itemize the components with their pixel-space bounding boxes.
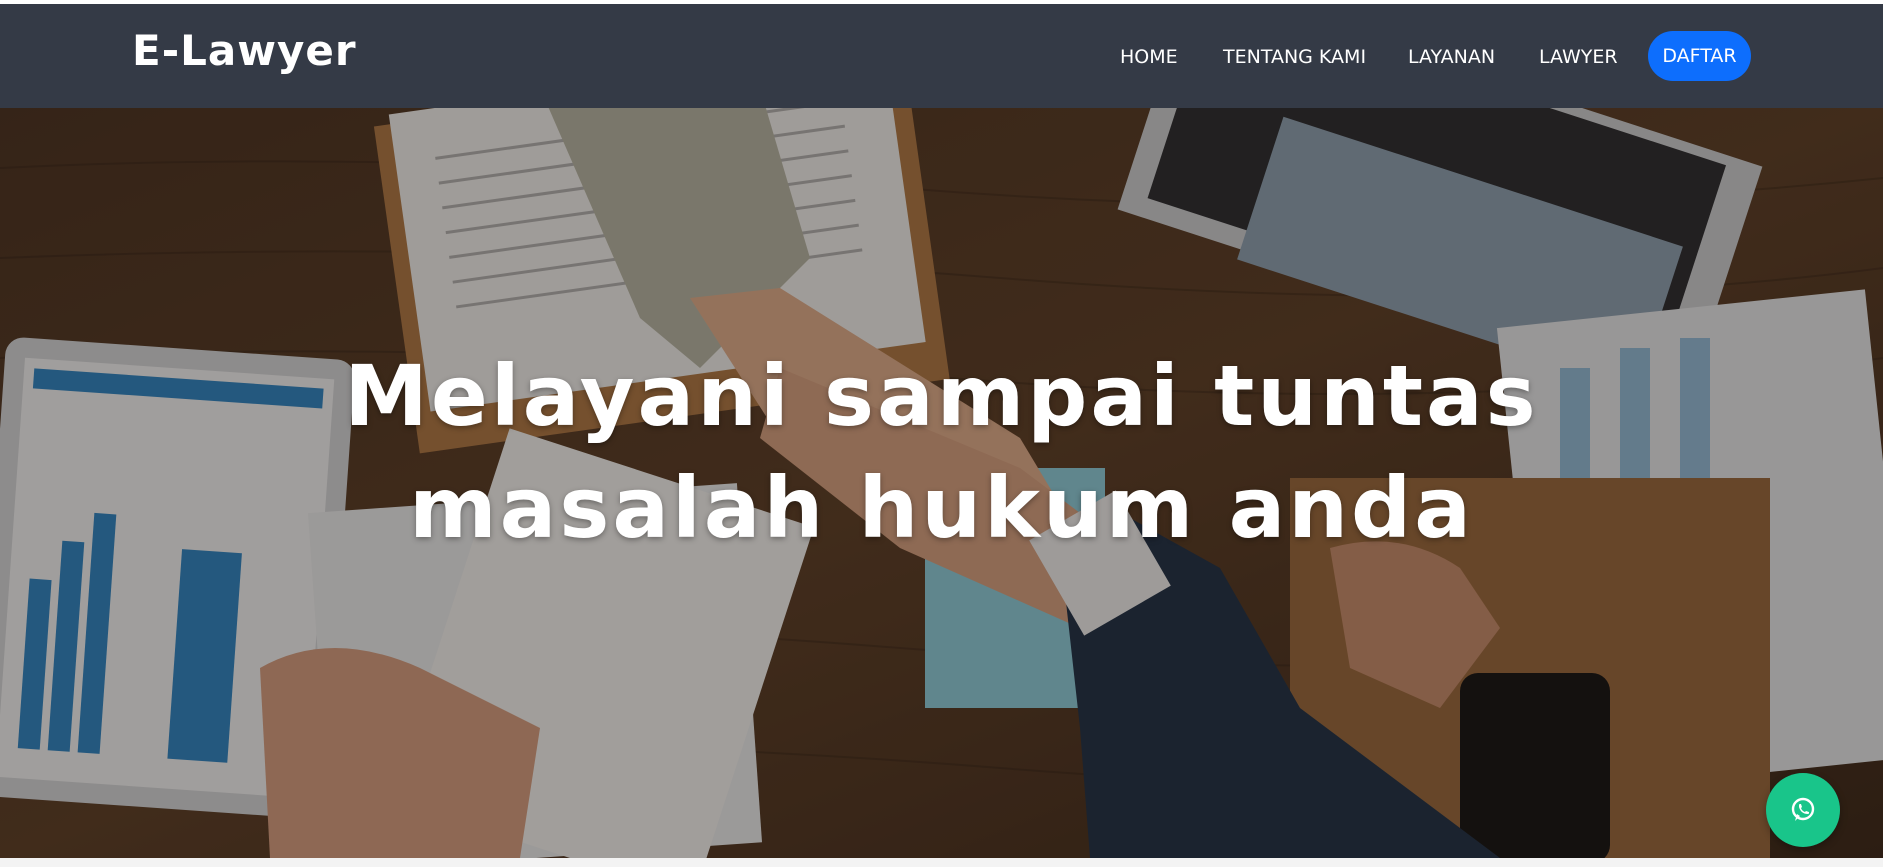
daftar-button[interactable]: DAFTAR — [1648, 31, 1751, 81]
nav-link-tentang-kami[interactable]: TENTANG KAMI — [1223, 46, 1366, 68]
hero-title-line-2: masalah hukum anda — [409, 459, 1474, 557]
nav-link-layanan[interactable]: LAYANAN — [1408, 46, 1495, 68]
nav-link-lawyer[interactable]: LAWYER — [1539, 46, 1618, 68]
hero-section: Melayani sampai tuntas masalah hukum and… — [0, 108, 1883, 858]
navbar: E-Lawyer HOME TENTANG KAMI LAYANAN LAWYE… — [0, 4, 1883, 108]
whatsapp-icon — [1791, 797, 1815, 821]
nav-menu: HOME TENTANG KAMI LAYANAN LAWYER DAFTAR — [0, 4, 1883, 108]
whatsapp-button[interactable] — [1766, 773, 1840, 847]
page-bottom-strip — [0, 858, 1883, 867]
hero-title-line-1: Melayani sampai tuntas — [344, 347, 1539, 445]
hero-title: Melayani sampai tuntas masalah hukum and… — [0, 340, 1883, 564]
nav-link-home[interactable]: HOME — [1120, 46, 1178, 68]
